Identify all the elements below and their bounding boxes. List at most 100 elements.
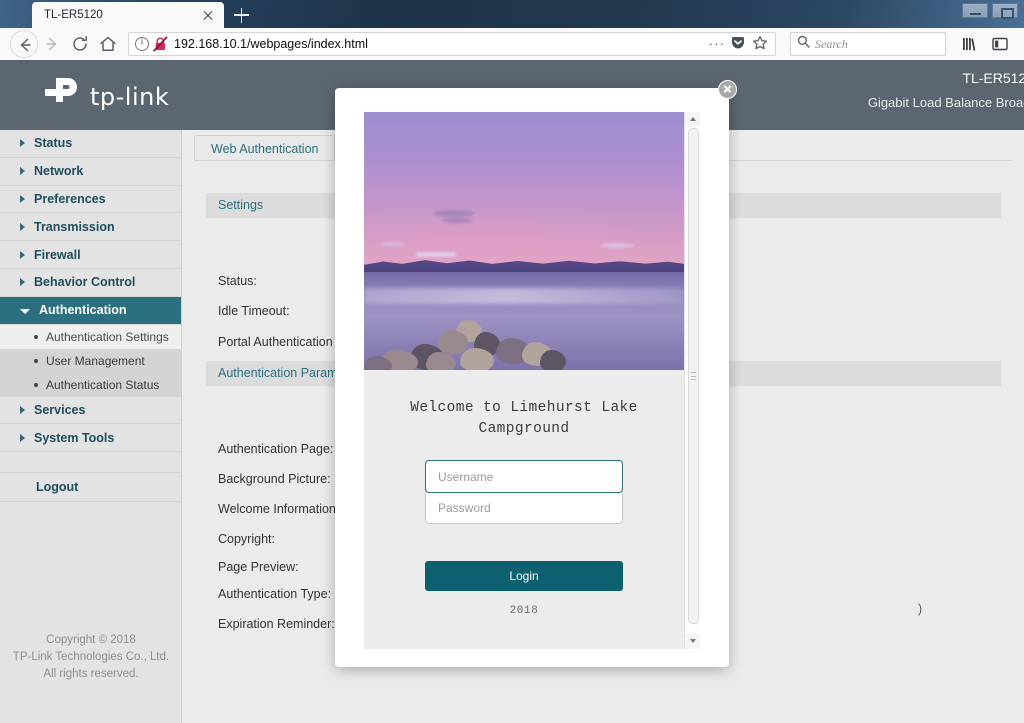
chevron-right-icon xyxy=(20,222,25,231)
sidebar-item-system-tools[interactable]: System Tools xyxy=(0,424,181,453)
device-info: TL-ER5120 Gigabit Load Balance Broadband… xyxy=(704,70,1024,110)
close-icon[interactable] xyxy=(200,7,216,23)
authentication-page-preview: Welcome to Limehurst Lake Campground Log… xyxy=(364,112,700,649)
partial-hidden-text: ) xyxy=(918,602,923,616)
tab-title: TL-ER5120 xyxy=(44,9,103,21)
preview-scroll-content: Welcome to Limehurst Lake Campground Log… xyxy=(364,112,684,649)
sidebar-item-authentication[interactable]: Authentication xyxy=(0,296,181,325)
search-bar[interactable]: Search xyxy=(790,32,946,56)
content-tabbar: Web Authentication xyxy=(194,135,336,161)
home-icon[interactable] xyxy=(94,30,122,58)
search-placeholder: Search xyxy=(815,36,848,51)
chevron-down-icon xyxy=(20,308,30,314)
back-arrow-icon[interactable] xyxy=(10,30,38,58)
sidebar-item-label: Transmission xyxy=(34,219,115,234)
sidebar: Status Network Preferences Transmission … xyxy=(0,130,182,723)
logout-button[interactable]: Logout xyxy=(0,472,181,503)
browser-tabstrip: TL-ER5120 xyxy=(0,0,1024,28)
password-input[interactable] xyxy=(426,492,622,523)
chevron-right-icon xyxy=(20,167,25,176)
forward-arrow-icon[interactable] xyxy=(38,30,66,58)
pocket-icon[interactable] xyxy=(729,34,749,54)
cloud xyxy=(600,243,634,248)
library-icon[interactable] xyxy=(956,30,984,58)
sidebar-item-label: Services xyxy=(34,402,86,417)
ellipsis-icon[interactable]: ··· xyxy=(707,34,727,54)
sidebar-item-label: Network xyxy=(34,164,84,179)
page-preview-modal: Welcome to Limehurst Lake Campground Log… xyxy=(335,80,737,667)
chevron-right-icon xyxy=(20,278,25,287)
login-button[interactable]: Login xyxy=(425,561,623,591)
scrollbar-thumb[interactable] xyxy=(687,128,699,624)
sidebar-item-label: Preferences xyxy=(34,191,106,206)
close-icon[interactable] xyxy=(718,80,737,99)
label-background-picture: Background Picture: xyxy=(218,472,331,486)
sidebar-item-network[interactable]: Network xyxy=(0,158,181,186)
bullet-icon xyxy=(34,334,38,339)
preview-copyright-year: 2018 xyxy=(509,605,539,617)
scroll-up-icon[interactable] xyxy=(685,112,700,127)
sidebar-item-transmission[interactable]: Transmission xyxy=(0,213,181,242)
address-bar-actions: ··· xyxy=(707,34,771,54)
browser-toolbar: 192.168.10.1/webpages/index.html ··· xyxy=(0,28,1024,60)
sidebar-subitem-label: User Management xyxy=(46,353,145,368)
welcome-line-1: Welcome to Limehurst Lake xyxy=(410,400,638,416)
chevron-right-icon xyxy=(20,433,25,442)
welcome-information: Welcome to Limehurst Lake Campground xyxy=(386,386,662,460)
sidebar-item-services[interactable]: Services xyxy=(0,397,181,425)
preview-scrollbar[interactable] xyxy=(684,112,700,649)
cloud xyxy=(434,210,474,217)
toolbar-right-icons xyxy=(956,30,1014,58)
sidebar-item-preferences[interactable]: Preferences xyxy=(0,186,181,214)
sidebar-item-label: Behavior Control xyxy=(34,275,136,290)
sidebar-item-label: System Tools xyxy=(34,430,115,445)
copyright-line-2: TP-Link Technologies Co., Ltd. xyxy=(12,651,170,663)
scroll-down-icon[interactable] xyxy=(685,634,700,649)
password-field-wrapper xyxy=(426,492,622,523)
star-icon[interactable] xyxy=(751,34,771,54)
label-idle-timeout: Idle Timeout: xyxy=(218,304,290,318)
sidebar-subitem-label: Authentication Status xyxy=(46,377,160,392)
preview-body: Welcome to Limehurst Lake Campground Log… xyxy=(364,370,684,649)
username-input[interactable] xyxy=(426,461,622,492)
sidebar-item-label: Firewall xyxy=(34,247,81,262)
sidebar-item-status[interactable]: Status xyxy=(0,130,181,158)
sidebar-subitem-authentication-settings[interactable]: Authentication Settings xyxy=(0,324,181,349)
label-expiration-reminder: Expiration Reminder: xyxy=(218,617,335,631)
label-authentication-page: Authentication Page: xyxy=(218,442,334,456)
url-text: 192.168.10.1/webpages/index.html xyxy=(174,37,368,51)
sidebar-submenu-authentication: Authentication Settings User Management … xyxy=(0,324,181,397)
label-welcome-information: Welcome Information: xyxy=(218,502,340,516)
address-bar[interactable]: 192.168.10.1/webpages/index.html ··· xyxy=(128,32,776,56)
device-description: Gigabit Load Balance Broadband Router xyxy=(867,95,1024,110)
chevron-right-icon xyxy=(20,250,25,259)
crossed-out-lock-icon[interactable] xyxy=(152,36,169,52)
label-status: Status: xyxy=(218,274,257,288)
bullet-icon xyxy=(34,382,38,387)
sidebar-subitem-authentication-status[interactable]: Authentication Status xyxy=(0,373,181,397)
new-tab-button[interactable] xyxy=(230,4,252,26)
tab-web-authentication[interactable]: Web Authentication xyxy=(194,135,336,161)
tp-link-mark-icon xyxy=(42,74,84,119)
site-info-icon[interactable] xyxy=(135,37,149,51)
chevron-right-icon xyxy=(20,194,25,203)
cloud xyxy=(442,218,472,223)
reload-icon[interactable] xyxy=(66,30,94,58)
device-model: TL-ER5120 xyxy=(962,70,1024,86)
label-authentication-type: Authentication Type: xyxy=(218,587,332,601)
shore-rocks xyxy=(364,318,684,370)
background-picture xyxy=(364,112,684,370)
scrollbar-grip-icon xyxy=(690,372,696,380)
copyright-line-1: Copyright © 2018 xyxy=(46,634,136,646)
mountain-highlight xyxy=(416,252,456,257)
sidebar-icon[interactable] xyxy=(986,30,1014,58)
sidebar-item-behavior-control[interactable]: Behavior Control xyxy=(0,269,181,297)
sidebar-copyright: Copyright © 2018 TP-Link Technologies Co… xyxy=(0,632,182,683)
logout-label: Logout xyxy=(36,480,79,495)
bullet-icon xyxy=(34,358,38,363)
water-reflection xyxy=(364,288,684,304)
sidebar-item-firewall[interactable]: Firewall xyxy=(0,241,181,269)
sidebar-subitem-user-management[interactable]: User Management xyxy=(0,349,181,373)
label-copyright: Copyright: xyxy=(218,532,275,546)
browser-tab[interactable]: TL-ER5120 xyxy=(32,2,224,28)
